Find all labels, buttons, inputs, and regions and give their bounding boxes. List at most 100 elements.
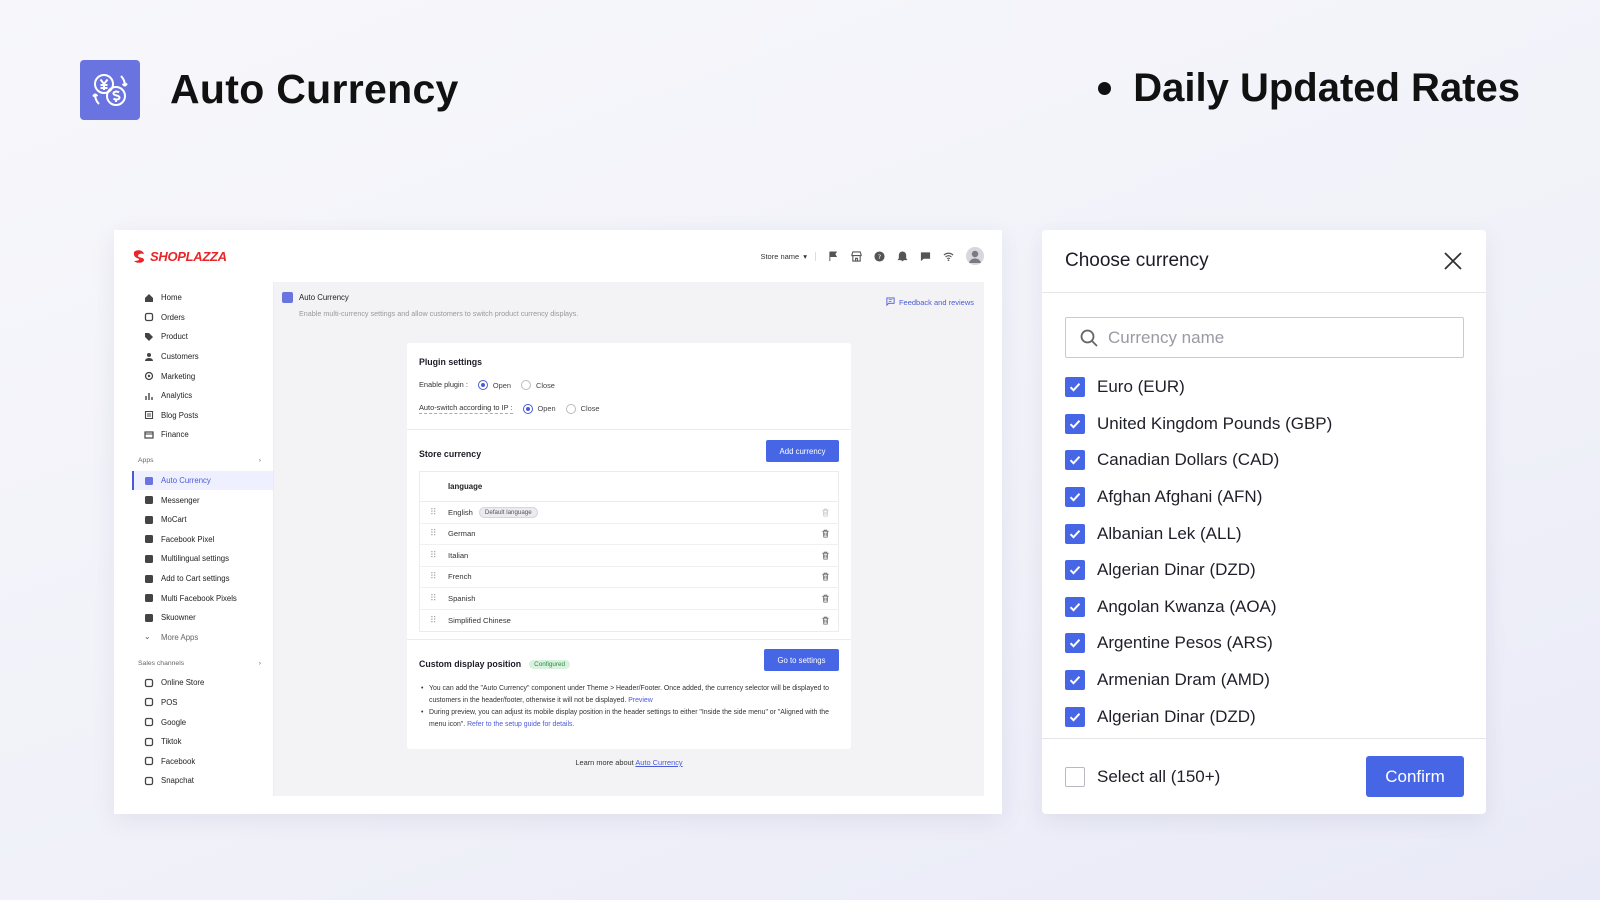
- feedback-link[interactable]: Feedback and reviews: [886, 297, 974, 308]
- enable-close-radio[interactable]: Close: [521, 380, 555, 390]
- trash-icon[interactable]: [821, 594, 830, 603]
- flag-icon[interactable]: [828, 250, 839, 262]
- custom-display-notes: You can add the "Auto Currency" componen…: [421, 683, 837, 731]
- checkbox-checked[interactable]: [1065, 596, 1085, 617]
- store-icon[interactable]: [851, 250, 862, 262]
- app-icon: [144, 613, 154, 623]
- app-icon: [144, 534, 154, 544]
- sidebar-app-add-to-cart-settings[interactable]: Add to Cart settings: [132, 569, 273, 589]
- learn-more: Learn more about Auto Currency: [274, 758, 984, 767]
- checkbox-checked[interactable]: [1065, 450, 1085, 471]
- custom-display-label: Custom display position: [419, 659, 522, 669]
- note-item: During preview, you can adjust its mobil…: [421, 707, 837, 731]
- sidebar-app-mocart[interactable]: MoCart: [132, 510, 273, 530]
- checkbox-checked[interactable]: [1065, 487, 1085, 508]
- sidebar-app-auto-currency[interactable]: Auto Currency: [132, 470, 273, 491]
- drag-handle-icon[interactable]: ⠿: [430, 507, 438, 518]
- currency-option[interactable]: Albanian Lek (ALL): [1065, 515, 1465, 552]
- trash-icon[interactable]: [821, 616, 830, 625]
- message-icon[interactable]: [920, 251, 931, 262]
- sidebar-item-marketing[interactable]: Marketing: [132, 366, 273, 386]
- admin-header: SHOPLAZZA Store name ▾ ?: [132, 230, 984, 282]
- sales-channels-label: Sales channels: [138, 659, 185, 667]
- learn-more-link[interactable]: Auto Currency: [635, 758, 682, 767]
- sidebar-channel-tiktok[interactable]: Tiktok: [132, 732, 273, 752]
- drag-handle-icon[interactable]: ⠿: [430, 550, 438, 561]
- sidebar-app-multi-facebook-pixels[interactable]: Multi Facebook Pixels: [132, 588, 273, 608]
- checkbox-checked[interactable]: [1065, 670, 1085, 691]
- currency-option[interactable]: Afghan Afghani (AFN): [1065, 479, 1465, 516]
- check-icon: [1069, 676, 1081, 685]
- currency-option[interactable]: Angolan Kwanza (AOA): [1065, 589, 1465, 626]
- select-all[interactable]: Select all (150+): [1065, 766, 1220, 787]
- sidebar-item-orders[interactable]: Orders: [132, 308, 273, 328]
- sidebar-channel-pos[interactable]: POS: [132, 693, 273, 713]
- auto-switch-row: Auto-switch according to IP : Open Close: [419, 403, 600, 414]
- learn-more-text: Learn more about: [575, 758, 634, 767]
- sidebar-item-home[interactable]: Home: [132, 288, 273, 308]
- sidebar-item-label: Facebook: [161, 756, 196, 766]
- apps-section-header[interactable]: Apps ›: [132, 451, 273, 471]
- currency-option[interactable]: United Kingdom Pounds (GBP): [1065, 406, 1465, 443]
- checkbox-checked[interactable]: [1065, 377, 1085, 398]
- help-icon[interactable]: ?: [874, 250, 885, 262]
- wifi-icon[interactable]: [943, 251, 954, 262]
- modal-header: Choose currency: [1042, 230, 1486, 293]
- checkbox-checked[interactable]: [1065, 560, 1085, 581]
- add-currency-button[interactable]: Add currency: [766, 440, 839, 462]
- trash-icon[interactable]: [821, 529, 830, 538]
- preview-link[interactable]: Preview: [628, 697, 653, 704]
- sidebar-app-multilingual-settings[interactable]: Multilingual settings: [132, 549, 273, 569]
- trash-icon[interactable]: [821, 572, 830, 581]
- feature-text: Daily Updated Rates: [1133, 66, 1520, 110]
- more-apps-toggle[interactable]: ⌄ More Apps: [132, 628, 273, 648]
- sidebar-channel-google[interactable]: Google: [132, 712, 273, 732]
- currency-option[interactable]: Argentine Pesos (ARS): [1065, 625, 1465, 662]
- sidebar-item-finance[interactable]: Finance: [132, 425, 273, 445]
- sidebar-item-analytics[interactable]: Analytics: [132, 386, 273, 406]
- bell-icon[interactable]: [897, 250, 908, 262]
- enable-open-radio[interactable]: Open: [477, 380, 511, 390]
- sidebar-channel-snapchat[interactable]: Snapchat: [132, 771, 273, 791]
- setup-guide-link[interactable]: Refer to the setup guide for details.: [467, 721, 574, 728]
- currency-label: Algerian Dinar (DZD): [1097, 560, 1256, 580]
- currency-option[interactable]: Algerian Dinar (DZD): [1065, 698, 1465, 734]
- checkbox-checked[interactable]: [1065, 706, 1085, 727]
- trash-icon[interactable]: [821, 551, 830, 560]
- checkbox-checked[interactable]: [1065, 413, 1085, 434]
- sidebar-item-customers[interactable]: Customers: [132, 347, 273, 367]
- checkbox-checked[interactable]: [1065, 633, 1085, 654]
- close-icon[interactable]: [1442, 250, 1464, 272]
- checkbox-checked[interactable]: [1065, 523, 1085, 544]
- go-to-settings-button[interactable]: Go to settings: [764, 649, 839, 671]
- drag-handle-icon[interactable]: ⠿: [430, 615, 438, 626]
- sidebar-channel-facebook[interactable]: Facebook: [132, 751, 273, 771]
- channel-icon: [144, 756, 154, 766]
- auto-open-radio[interactable]: Open: [522, 403, 556, 414]
- sidebar-channel-online-store[interactable]: Online Store: [132, 673, 273, 693]
- sidebar-app-skuowner[interactable]: Skuowner: [132, 608, 273, 628]
- sidebar-app-messenger[interactable]: Messenger: [132, 490, 273, 510]
- drag-handle-icon[interactable]: ⠿: [430, 571, 438, 582]
- currency-option[interactable]: Armenian Dram (AMD): [1065, 662, 1465, 699]
- auto-close-radio[interactable]: Close: [565, 403, 600, 414]
- currency-option[interactable]: Algerian Dinar (DZD): [1065, 552, 1465, 589]
- currency-option[interactable]: Euro (EUR): [1065, 369, 1465, 406]
- sales-channels-header[interactable]: Sales channels ›: [132, 653, 273, 673]
- sidebar-item-product[interactable]: Product: [132, 327, 273, 347]
- confirm-button[interactable]: Confirm: [1366, 756, 1464, 797]
- drag-handle-icon[interactable]: ⠿: [430, 593, 438, 604]
- currency-option[interactable]: Canadian Dollars (CAD): [1065, 442, 1465, 479]
- sidebar-item-label: Snapchat: [161, 776, 194, 786]
- choose-currency-modal: Choose currency Euro (EUR) United Kingdom…: [1042, 230, 1486, 814]
- store-selector[interactable]: Store name ▾: [760, 251, 816, 261]
- avatar[interactable]: [966, 247, 984, 265]
- plugin-settings-title: Plugin settings: [419, 357, 483, 367]
- sidebar-item-blog-posts[interactable]: Blog Posts: [132, 406, 273, 426]
- check-icon: [1069, 419, 1081, 429]
- select-all-checkbox[interactable]: [1065, 766, 1085, 787]
- sidebar-app-facebook-pixel[interactable]: Facebook Pixel: [132, 530, 273, 550]
- search-input[interactable]: [1108, 327, 1448, 348]
- brand-logo[interactable]: SHOPLAZZA: [132, 249, 227, 264]
- drag-handle-icon[interactable]: ⠿: [430, 528, 438, 539]
